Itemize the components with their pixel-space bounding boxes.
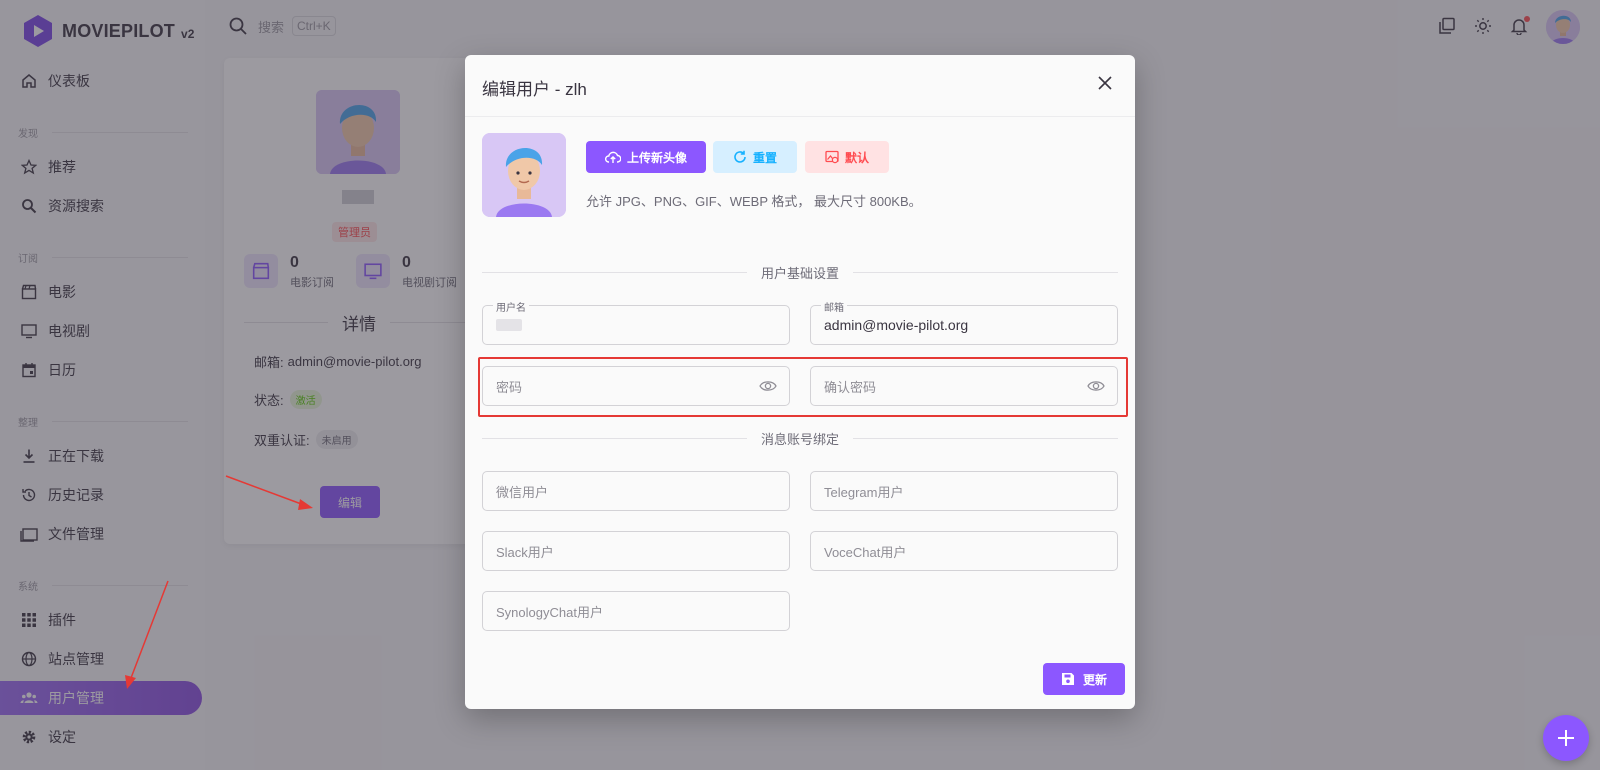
plus-icon (1558, 730, 1574, 746)
upload-avatar-button[interactable]: 上传新头像 (586, 141, 706, 173)
default-avatar-button[interactable]: 默认 (805, 141, 889, 173)
binding-divider: 消息账号绑定 (482, 429, 1118, 448)
slack-placeholder: Slack用户 (496, 544, 554, 560)
email-label: 邮箱 (821, 299, 847, 314)
save-icon (1061, 673, 1074, 685)
reset-avatar-button[interactable]: 重置 (713, 141, 797, 173)
close-icon[interactable] (1095, 73, 1115, 93)
email-field[interactable]: 邮箱 admin@movie-pilot.org (810, 299, 1118, 345)
update-button[interactable]: 更新 (1043, 663, 1125, 695)
username-field[interactable]: 用户名 (482, 299, 790, 345)
synologychat-field[interactable]: SynologyChat用户 (482, 591, 790, 631)
reset-label: 重置 (752, 150, 777, 165)
wechat-field[interactable]: 微信用户 (482, 471, 790, 511)
dialog-title: 编辑用户 - zlh (482, 80, 587, 99)
cloud-upload-icon (604, 151, 621, 163)
dialog-header: 编辑用户 - zlh (465, 55, 1135, 117)
synologychat-placeholder: SynologyChat用户 (496, 604, 603, 620)
default-label: 默认 (844, 150, 869, 165)
section-title: 用户基础设置 (761, 266, 840, 281)
telegram-placeholder: Telegram用户 (824, 484, 904, 500)
avatar-hint: 允许 JPG、PNG、GIF、WEBP 格式， 最大尺寸 800KB。 (586, 194, 922, 209)
vocechat-placeholder: VoceChat用户 (824, 544, 907, 560)
upload-label: 上传新头像 (626, 150, 687, 165)
basic-settings-divider: 用户基础设置 (482, 263, 1118, 282)
username-label: 用户名 (493, 299, 529, 314)
refresh-icon (734, 150, 746, 163)
section-title: 消息账号绑定 (761, 432, 840, 447)
edit-user-dialog: 编辑用户 - zlh 上传新头像 重置 默认 允许 JPG、PNG、GIF、WE… (465, 55, 1135, 709)
wechat-placeholder: 微信用户 (496, 484, 549, 500)
image-reset-icon (825, 150, 839, 164)
telegram-field[interactable]: Telegram用户 (810, 471, 1118, 511)
vocechat-field[interactable]: VoceChat用户 (810, 531, 1118, 571)
email-value: admin@movie-pilot.org (824, 317, 969, 333)
add-fab-button[interactable] (1543, 715, 1589, 761)
dialog-avatar (482, 133, 566, 217)
username-redacted (496, 319, 522, 331)
annotation-highlight-box (478, 357, 1128, 417)
update-label: 更新 (1082, 672, 1107, 687)
slack-field[interactable]: Slack用户 (482, 531, 790, 571)
